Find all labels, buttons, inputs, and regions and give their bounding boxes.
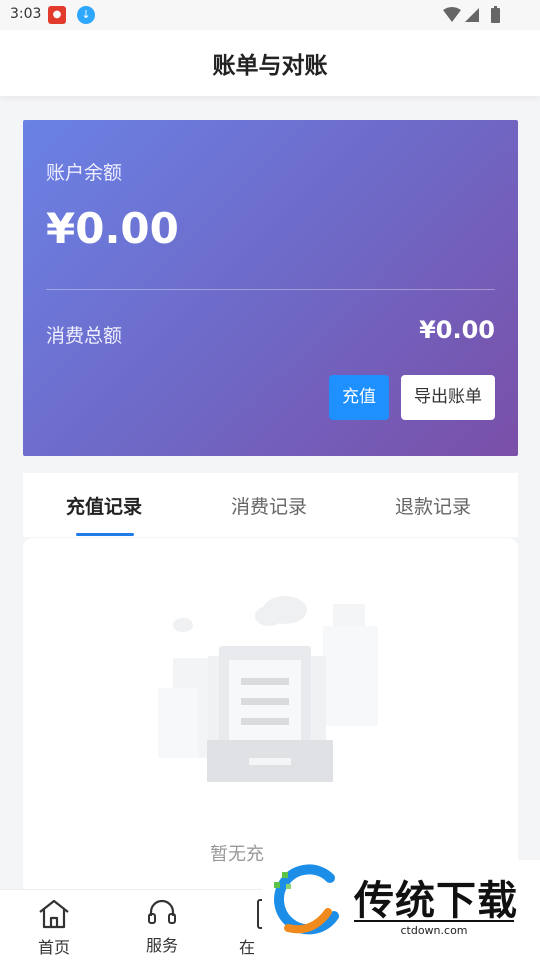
status-time: 3:03 — [10, 6, 42, 22]
page-title: 账单与对账 — [212, 53, 328, 79]
headset-icon — [148, 899, 176, 924]
home-icon — [39, 899, 69, 929]
nav-service-label: 服务 — [145, 936, 178, 955]
watermark-brand: 传统下载 — [354, 878, 518, 924]
records-panel: 暂无充 — [23, 538, 518, 898]
signal-battery-icons — [443, 6, 500, 23]
balance-amount: ¥0.00 — [46, 204, 179, 253]
app-header: 账单与对账 — [0, 30, 540, 96]
consumption-label: 消费总额 — [46, 325, 123, 347]
recharge-button[interactable]: 充值 — [329, 375, 389, 420]
watermark-url: ctdown.com — [354, 920, 514, 937]
nav-service[interactable]: 服务 — [122, 890, 202, 961]
consumption-amount: ¥0.00 — [419, 316, 495, 344]
empty-records-illustration — [158, 596, 378, 782]
nav-home[interactable]: 首页 — [14, 890, 94, 961]
status-icons — [441, 6, 507, 24]
watermark-logo-icon — [274, 864, 339, 935]
card-divider — [46, 289, 495, 290]
tab-consumption-records[interactable]: 消费记录 — [231, 492, 307, 519]
balance-card: 账户余额 ¥0.00 消费总额 ¥0.00 充值 导出账单 — [23, 120, 518, 456]
record-tabs: 充值记录 消费记录 退款记录 — [23, 473, 518, 537]
nav-online-label: 在 — [238, 938, 255, 957]
watermark: 传统下载 ctdown.com — [262, 860, 540, 960]
status-bar: 3:03 ● ↓ — [0, 0, 540, 30]
app-notification-icon: ● — [48, 6, 66, 24]
tab-refund-records[interactable]: 退款记录 — [395, 492, 471, 519]
empty-state-text: 暂无充 — [210, 844, 264, 865]
nav-home-label: 首页 — [37, 938, 70, 957]
active-tab-indicator — [76, 533, 134, 536]
tab-recharge-records[interactable]: 充值记录 — [66, 492, 142, 519]
export-bill-button[interactable]: 导出账单 — [401, 375, 495, 420]
balance-label: 账户余额 — [46, 162, 123, 184]
download-icon: ↓ — [77, 6, 95, 24]
